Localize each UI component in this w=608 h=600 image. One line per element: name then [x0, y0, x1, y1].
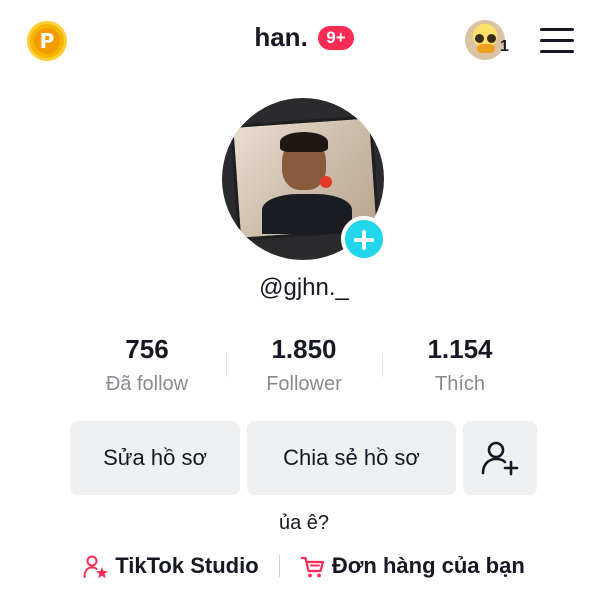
- add-story-plus-icon[interactable]: [341, 216, 387, 262]
- friend-avatar[interactable]: [465, 20, 505, 60]
- links-divider: [278, 555, 280, 578]
- stat-likes-value: 1.154: [427, 334, 493, 364]
- username[interactable]: han.: [254, 22, 307, 52]
- edit-profile-button[interactable]: Sửa hồ sơ: [70, 421, 240, 495]
- friends-count: 1: [500, 38, 509, 55]
- tiktok-studio-label: TikTok Studio: [115, 552, 259, 578]
- stat-following-value: 756: [125, 334, 169, 364]
- shopping-cart-icon: [300, 556, 324, 578]
- stat-likes[interactable]: 1.154 Thích: [382, 334, 538, 396]
- studio-user-star-icon: [83, 555, 109, 579]
- coin-icon[interactable]: P: [27, 21, 67, 61]
- stat-followers-label: Follower: [266, 373, 342, 395]
- stat-followers[interactable]: 1.850 Follower: [226, 334, 382, 396]
- avatar-beak: [477, 44, 495, 53]
- add-user-icon: [481, 441, 519, 476]
- stat-following[interactable]: 756 Đã follow: [69, 334, 225, 396]
- profile-bio: ủa ê?: [278, 512, 330, 534]
- photo-hair: [280, 132, 328, 152]
- stat-following-label: Đã follow: [105, 373, 189, 395]
- orders-link[interactable]: Đơn hàng của bạn: [300, 553, 525, 580]
- profile-handle: @gjhn._: [259, 274, 349, 301]
- stat-likes-label: Thích: [434, 373, 486, 395]
- coin-letter: P: [34, 28, 60, 54]
- avatar-eye: [475, 34, 484, 43]
- share-profile-button[interactable]: Chia sẻ hồ sơ: [247, 421, 456, 495]
- tiktok-studio-link[interactable]: TikTok Studio: [83, 552, 259, 580]
- stat-followers-value: 1.850: [271, 334, 337, 364]
- photo-shirt: [262, 194, 352, 234]
- avatar-eye: [487, 34, 496, 43]
- orders-label: Đơn hàng của bạn: [331, 552, 525, 578]
- notification-badge[interactable]: 9+: [318, 25, 354, 50]
- profile-links: TikTok Studio Đơn hàng của bạn: [0, 552, 608, 586]
- hamburger-menu-icon[interactable]: [540, 28, 574, 54]
- photo-flower: [320, 176, 332, 188]
- username-header: han. 9+: [0, 22, 608, 53]
- add-friend-button[interactable]: [463, 421, 537, 495]
